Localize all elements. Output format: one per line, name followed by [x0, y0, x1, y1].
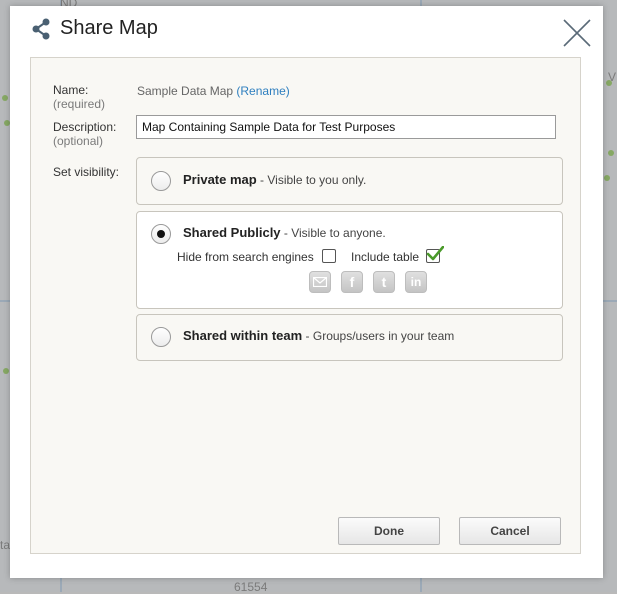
linkedin-icon[interactable]: in	[405, 271, 427, 293]
name-label: Name: (required)	[53, 83, 105, 111]
name-required-hint: (required)	[53, 97, 106, 111]
visibility-option-team[interactable]: Shared within team - Groups/users in you…	[136, 314, 563, 361]
share-form-panel: Name: (required) Sample Data Map (Rename…	[30, 57, 581, 554]
checkmark-icon	[426, 246, 444, 261]
close-icon[interactable]	[562, 18, 592, 48]
private-radio[interactable]	[151, 171, 171, 191]
map-name-value: Sample Data Map (Rename)	[137, 84, 290, 98]
hide-search-checkbox[interactable]	[322, 249, 336, 263]
public-option-desc: - Visible to anyone.	[280, 226, 386, 240]
map-name-text: Sample Data Map	[137, 84, 234, 98]
private-option-desc: - Visible to you only.	[256, 173, 367, 187]
team-option-desc: - Groups/users in your team	[302, 329, 455, 343]
description-input[interactable]	[136, 115, 556, 139]
include-table-checkbox[interactable]	[426, 246, 444, 263]
visibility-option-private[interactable]: Private map - Visible to you only.	[136, 157, 563, 205]
hide-search-label: Hide from search engines	[177, 250, 314, 264]
email-icon[interactable]	[309, 271, 331, 293]
team-option-title: Shared within team	[183, 328, 303, 343]
share-map-dialog: Share Map Name: (required) Sample Data M…	[10, 6, 603, 578]
cancel-button[interactable]: Cancel	[459, 517, 561, 545]
public-option-label: Shared Publicly - Visible to anyone.	[183, 225, 386, 240]
twitter-icon[interactable]: t	[373, 271, 395, 293]
radio-selected-dot	[157, 230, 165, 238]
share-icon	[32, 18, 50, 40]
private-option-label: Private map - Visible to you only.	[183, 172, 366, 187]
dialog-title: Share Map	[60, 17, 158, 39]
team-radio[interactable]	[151, 327, 171, 347]
public-radio[interactable]	[151, 224, 171, 244]
description-label: Description: (optional)	[53, 120, 116, 148]
rename-link[interactable]: (Rename)	[236, 84, 289, 98]
public-option-title: Shared Publicly	[183, 225, 281, 240]
team-option-label: Shared within team - Groups/users in you…	[183, 328, 454, 343]
visibility-label: Set visibility:	[53, 165, 120, 179]
dialog-header: Share Map	[10, 6, 603, 56]
done-button[interactable]: Done	[338, 517, 440, 545]
private-option-title: Private map	[183, 172, 257, 187]
description-optional-hint: (optional)	[53, 134, 104, 148]
email-glyph	[312, 276, 328, 288]
name-label-text: Name:	[53, 83, 89, 97]
include-table-label: Include table	[351, 250, 420, 264]
visibility-option-public[interactable]: Shared Publicly - Visible to anyone. Hid…	[136, 211, 563, 309]
facebook-icon[interactable]: f	[341, 271, 363, 293]
description-label-text: Description:	[53, 120, 117, 134]
